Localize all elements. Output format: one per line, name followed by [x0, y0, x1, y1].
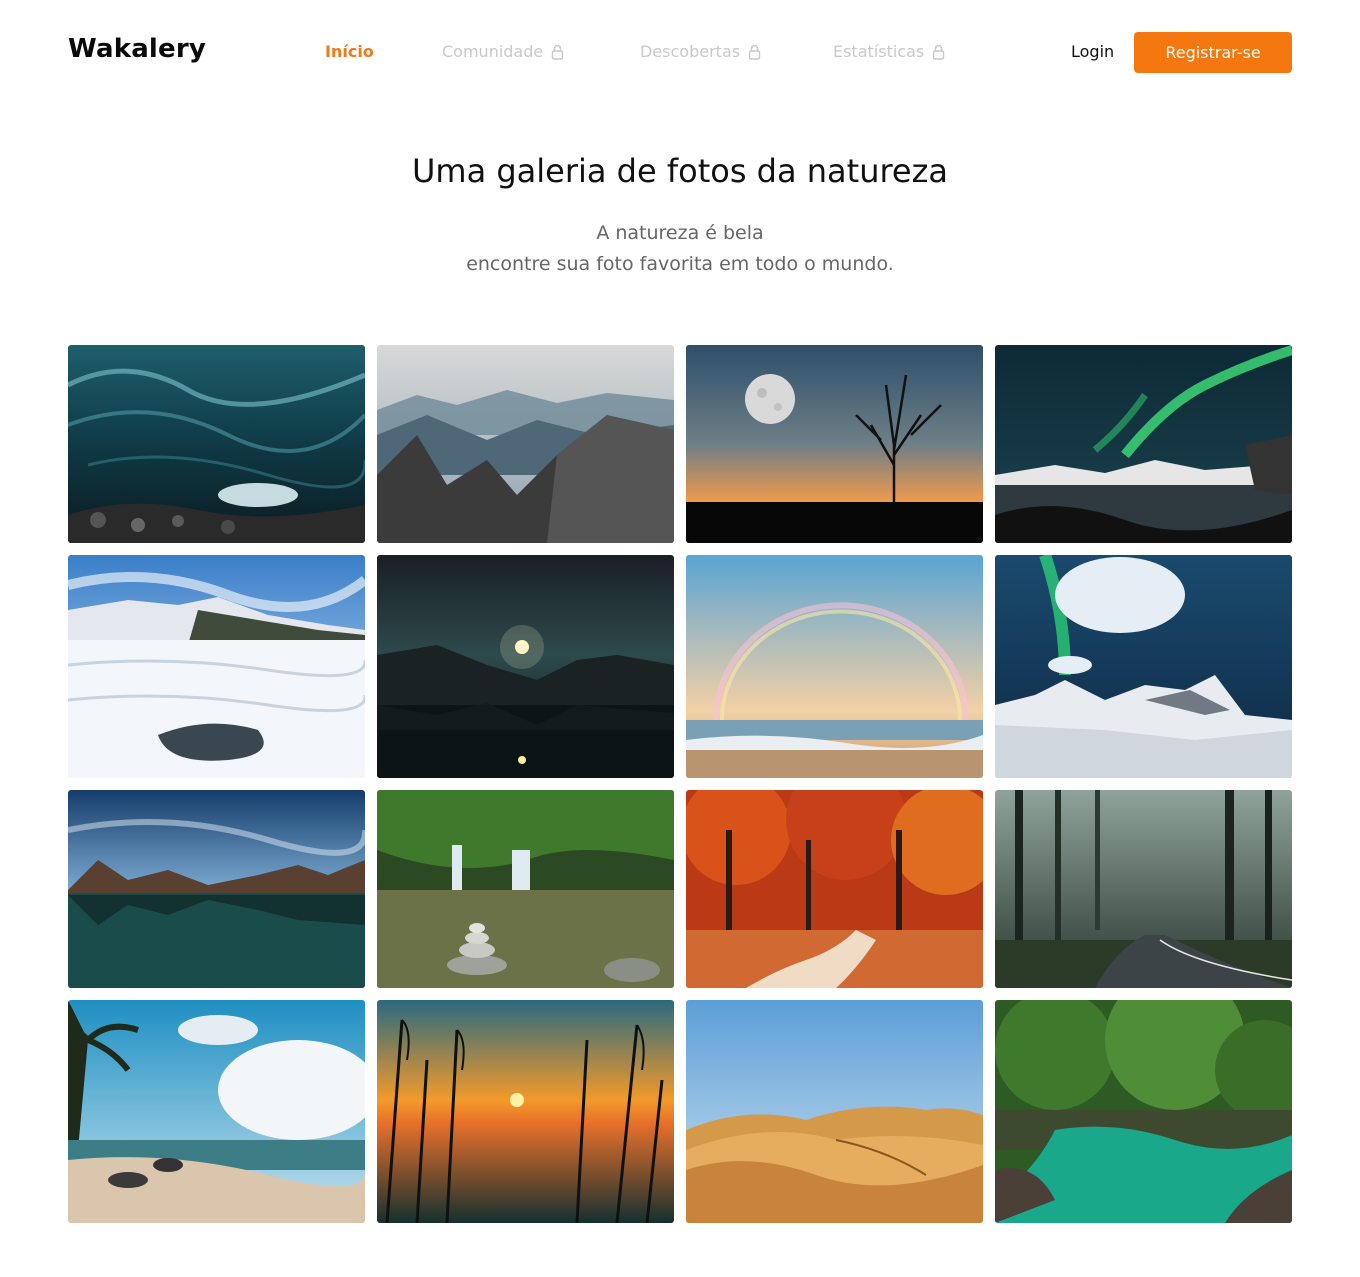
photo-moonlit-lake[interactable] — [377, 555, 674, 778]
photo-aurora-coast[interactable] — [995, 345, 1292, 543]
photo-gallery — [68, 345, 1292, 1223]
subtitle-line: A natureza é bela — [596, 222, 764, 244]
photo-ice-cave[interactable] — [68, 345, 365, 543]
nav-item-inicio[interactable]: Início — [325, 42, 374, 61]
lock-icon — [932, 44, 945, 60]
nav-item-comunidade[interactable]: Comunidade — [442, 42, 564, 61]
page-title: Uma galeria de fotos da natureza — [411, 152, 949, 190]
login-link[interactable]: Login — [1071, 42, 1114, 61]
nav-item-label: Estatísticas — [833, 42, 925, 61]
subtitle-line: encontre sua foto favorita em todo o mun… — [466, 253, 894, 275]
photo-autumn-forest[interactable] — [686, 790, 983, 988]
lock-icon — [748, 44, 761, 60]
lock-icon — [551, 44, 564, 60]
nav-item-label: Comunidade — [442, 42, 544, 61]
photo-jungle-river[interactable] — [995, 1000, 1292, 1223]
photo-reeds-sunset[interactable] — [377, 1000, 674, 1223]
photo-desert-dunes[interactable] — [686, 1000, 983, 1223]
site-header: Wakalery Início Comunidade Descobertas E… — [0, 0, 1360, 105]
photo-moon-tree-sunset[interactable] — [686, 345, 983, 543]
nav-item-label: Início — [325, 42, 374, 61]
photo-misty-mountains[interactable] — [377, 345, 674, 543]
nav-item-estatisticas[interactable]: Estatísticas — [833, 42, 945, 61]
photo-snowy-field[interactable] — [68, 555, 365, 778]
photo-waterfall-stones[interactable] — [377, 790, 674, 988]
page-subtitle: A natureza é bela encontre sua foto favo… — [0, 218, 1360, 280]
photo-mountain-lake[interactable] — [68, 790, 365, 988]
photo-aurora-snow-mountains[interactable] — [995, 555, 1292, 778]
register-button[interactable]: Registrar-se — [1134, 32, 1292, 73]
nav-item-label: Descobertas — [640, 42, 741, 61]
nav-item-descobertas[interactable]: Descobertas — [640, 42, 761, 61]
photo-rainbow-beach[interactable] — [686, 555, 983, 778]
photo-tropical-beach[interactable] — [68, 1000, 365, 1223]
photo-forest-road[interactable] — [995, 790, 1292, 988]
